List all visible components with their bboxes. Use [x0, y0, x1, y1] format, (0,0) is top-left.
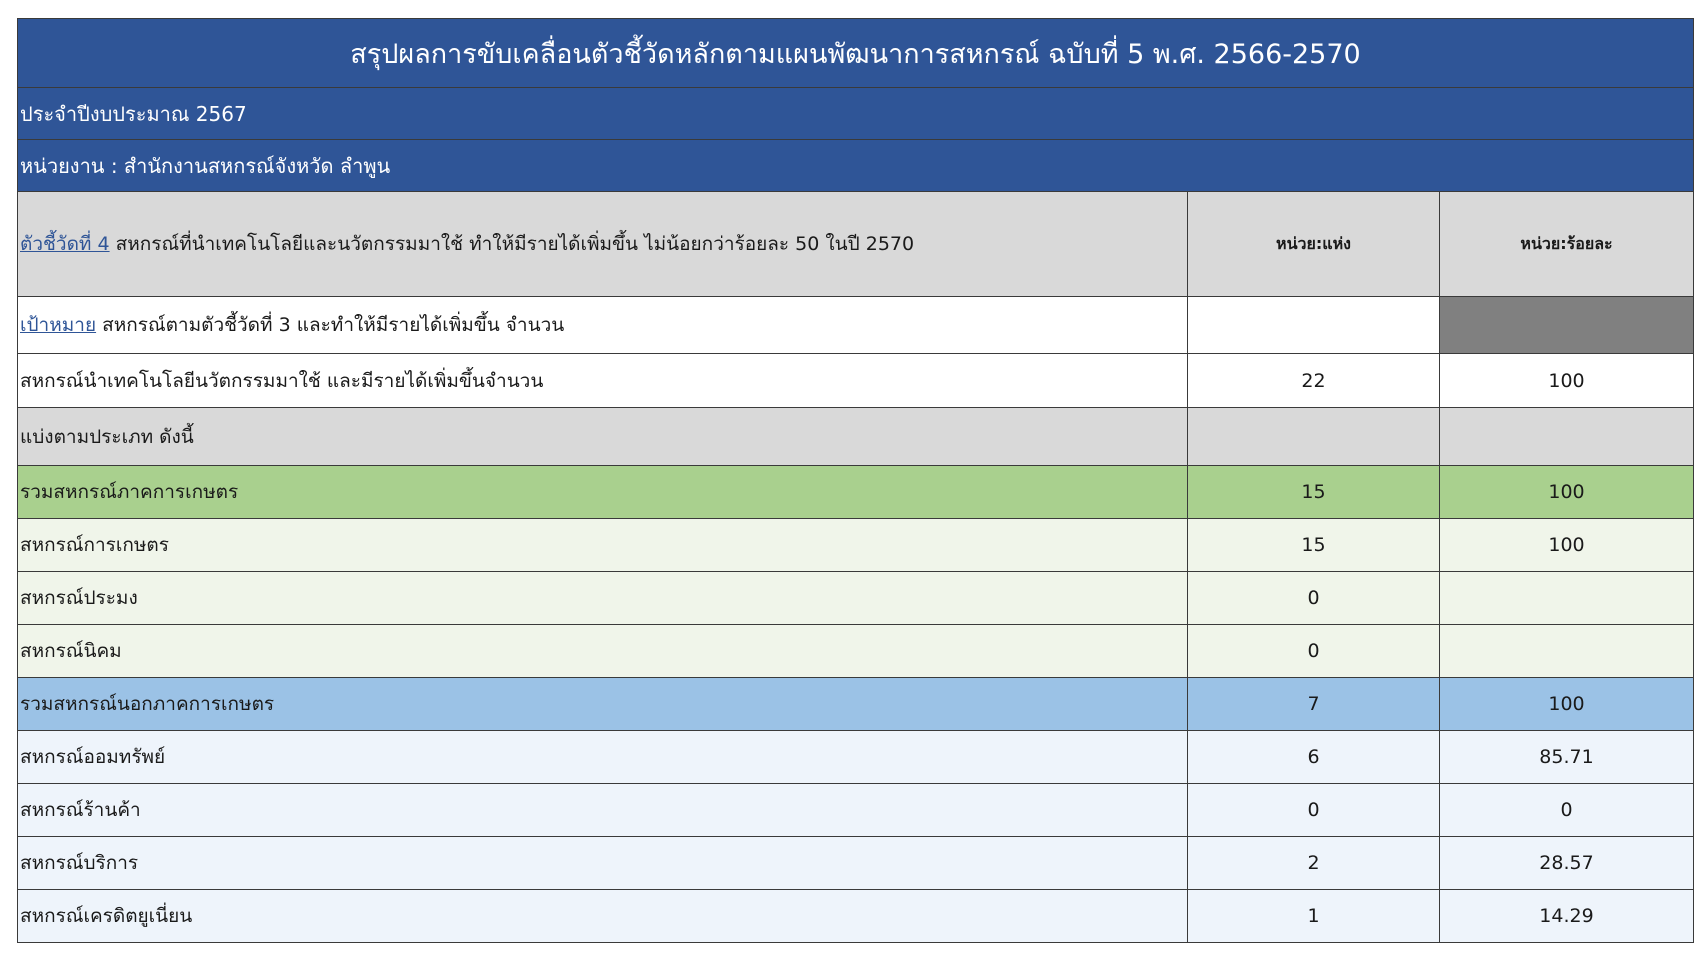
row-label: สหกรณ์บริการ — [17, 836, 1188, 890]
indicator-text: สหกรณ์ที่นำเทคโนโลยีและนวัตกรรมมาใช้ ทำใ… — [109, 233, 915, 255]
row-percent: 14.29 — [1439, 889, 1694, 943]
row-percent: 0 — [1439, 783, 1694, 837]
target-text: สหกรณ์ตามตัวชี้วัดที่ 3 และทำให้มีรายได้… — [96, 314, 565, 336]
agri-total-row: รวมสหกรณ์ภาคการเกษตร 15 100 — [17, 465, 1694, 519]
row-count: 15 — [1187, 518, 1440, 572]
breakdown-percent-cell — [1439, 407, 1694, 466]
indicator-cell: ตัวชี้วัดที่ 4 สหกรณ์ที่นำเทคโนโลยีและนว… — [17, 191, 1188, 297]
table-row: สหกรณ์บริการ 2 28.57 — [17, 836, 1694, 890]
breakdown-row: แบ่งตามประเภท ดังนี้ — [17, 407, 1694, 466]
target-cell: เป้าหมาย สหกรณ์ตามตัวชี้วัดที่ 3 และทำให… — [17, 296, 1188, 354]
target-count-cell — [1187, 296, 1440, 354]
total-label: สหกรณ์นำเทคโนโลยีนวัตกรรมมาใช้ และมีรายไ… — [17, 353, 1188, 408]
table-row: สหกรณ์นิคม 0 — [17, 624, 1694, 678]
table-row: สหกรณ์ออมทรัพย์ 6 85.71 — [17, 730, 1694, 784]
agency-label: หน่วยงาน : สำนักงานสหกรณ์จังหวัด ลำพูน — [17, 139, 1694, 192]
row-label: สหกรณ์การเกษตร — [17, 518, 1188, 572]
nonagri-total-count: 7 — [1187, 677, 1440, 731]
row-percent: 28.57 — [1439, 836, 1694, 890]
table-row: สหกรณ์ร้านค้า 0 0 — [17, 783, 1694, 837]
table-row: สหกรณ์เครดิตยูเนี่ยน 1 14.29 — [17, 889, 1694, 943]
row-count: 6 — [1187, 730, 1440, 784]
title-row: สรุปผลการขับเคลื่อนตัวชี้วัดหลักตามแผนพั… — [17, 18, 1694, 88]
indicator-summary-table: สรุปผลการขับเคลื่อนตัวชี้วัดหลักตามแผนพั… — [17, 18, 1694, 943]
fiscal-year-label: ประจำปีงบประมาณ 2567 — [17, 87, 1694, 140]
agri-total-percent: 100 — [1439, 465, 1694, 519]
row-label: สหกรณ์นิคม — [17, 624, 1188, 678]
fiscal-year-row: ประจำปีงบประมาณ 2567 — [17, 87, 1694, 140]
target-row: เป้าหมาย สหกรณ์ตามตัวชี้วัดที่ 3 และทำให… — [17, 296, 1694, 354]
row-label: สหกรณ์ร้านค้า — [17, 783, 1188, 837]
indicator-header-row: ตัวชี้วัดที่ 4 สหกรณ์ที่นำเทคโนโลยีและนว… — [17, 191, 1694, 297]
target-percent-cell — [1439, 296, 1694, 354]
breakdown-count-cell — [1187, 407, 1440, 466]
target-link[interactable]: เป้าหมาย — [20, 314, 96, 336]
indicator-link[interactable]: ตัวชี้วัดที่ 4 — [20, 233, 110, 255]
row-label: สหกรณ์ออมทรัพย์ — [17, 730, 1188, 784]
unit-count-header: หน่วย:แห่ง — [1187, 191, 1440, 297]
row-percent — [1439, 571, 1694, 625]
nonagri-total-row: รวมสหกรณ์นอกภาคการเกษตร 7 100 — [17, 677, 1694, 731]
row-label: สหกรณ์เครดิตยูเนี่ยน — [17, 889, 1188, 943]
row-percent: 85.71 — [1439, 730, 1694, 784]
row-percent — [1439, 624, 1694, 678]
total-row: สหกรณ์นำเทคโนโลยีนวัตกรรมมาใช้ และมีรายไ… — [17, 353, 1694, 408]
agency-row: หน่วยงาน : สำนักงานสหกรณ์จังหวัด ลำพูน — [17, 139, 1694, 192]
breakdown-label: แบ่งตามประเภท ดังนี้ — [17, 407, 1188, 466]
table-row: สหกรณ์ประมง 0 — [17, 571, 1694, 625]
row-count: 0 — [1187, 624, 1440, 678]
total-percent: 100 — [1439, 353, 1694, 408]
row-count: 1 — [1187, 889, 1440, 943]
nonagri-total-label: รวมสหกรณ์นอกภาคการเกษตร — [17, 677, 1188, 731]
row-label: สหกรณ์ประมง — [17, 571, 1188, 625]
unit-percent-header: หน่วย:ร้อยละ — [1439, 191, 1694, 297]
table-row: สหกรณ์การเกษตร 15 100 — [17, 518, 1694, 572]
total-count: 22 — [1187, 353, 1440, 408]
agri-total-label: รวมสหกรณ์ภาคการเกษตร — [17, 465, 1188, 519]
nonagri-total-percent: 100 — [1439, 677, 1694, 731]
agri-total-count: 15 — [1187, 465, 1440, 519]
row-count: 0 — [1187, 571, 1440, 625]
row-count: 0 — [1187, 783, 1440, 837]
row-count: 2 — [1187, 836, 1440, 890]
page-title: สรุปผลการขับเคลื่อนตัวชี้วัดหลักตามแผนพั… — [17, 18, 1694, 88]
row-percent: 100 — [1439, 518, 1694, 572]
